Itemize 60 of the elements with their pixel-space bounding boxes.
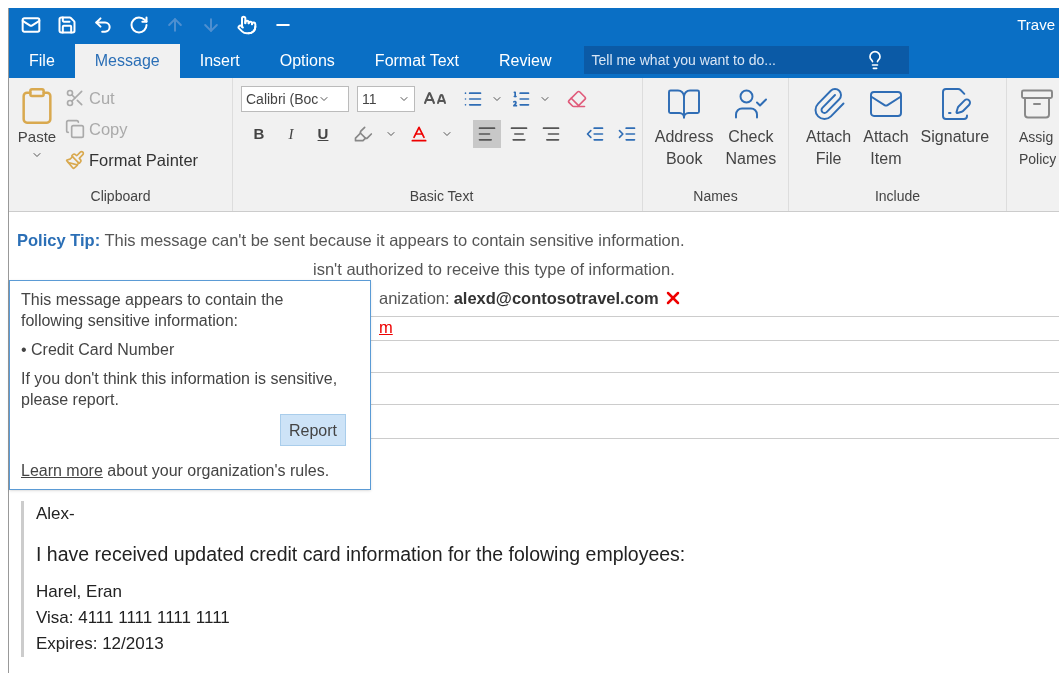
align-icon	[541, 124, 561, 144]
align-button[interactable]	[473, 120, 501, 148]
copy-icon	[65, 119, 85, 140]
popup-footer: Learn more about your organization's rules.	[21, 460, 346, 481]
hand-icon[interactable]	[237, 15, 257, 35]
group-label: Clipboard	[89, 187, 152, 206]
scissors-icon	[65, 88, 85, 109]
bullets-icon[interactable]	[463, 89, 483, 109]
font-name-field[interactable]: Calibri (Boc	[241, 86, 349, 112]
message-body[interactable]: Alex- I have received updated credit card information for the folowing employees: Harel, Eran Visa: 4111 1111 1111 1111 Expires: 12/2013	[21, 501, 1059, 657]
ribbon-tab[interactable]: File	[9, 44, 75, 78]
paintbrush-icon	[65, 149, 85, 170]
numbering-icon[interactable]	[511, 89, 531, 109]
window-title: Trave	[1017, 14, 1056, 35]
popup-bullet: • Credit Card Number	[21, 340, 176, 360]
undo-icon[interactable]	[93, 15, 113, 35]
ribbon-tab[interactable]: Message	[74, 44, 180, 78]
ribbon-button[interactable]: Attach Item	[859, 86, 913, 170]
align-icon	[509, 124, 529, 144]
body-line: Expires: 12/2013	[36, 633, 165, 655]
ribbon-tab[interactable]: Options	[259, 44, 355, 78]
ribbon-button[interactable]: Check Names	[721, 86, 781, 170]
highlighter-icon[interactable]	[353, 124, 373, 144]
ribbon-tab[interactable]: Format Text	[354, 44, 480, 78]
popup-text: This message appears to contain the following sensitive information:	[21, 290, 285, 331]
recipient-warning: isn't authorized to receive this type of information.	[312, 259, 676, 279]
paste-button[interactable]: Paste	[17, 86, 57, 186]
text-style-button[interactable]: I	[281, 122, 301, 146]
body-line: Harel, Eran	[36, 581, 123, 603]
text-style-button[interactable]: U	[313, 122, 333, 146]
group-label: Include	[873, 187, 922, 206]
group-label: Basic Text	[408, 187, 475, 206]
save-icon[interactable]	[57, 15, 77, 35]
tell-me-search-field[interactable]: Tell me what you want to do...	[583, 46, 909, 74]
font-color-icon[interactable]	[409, 124, 429, 144]
popup-text: If you don't think this information is sensitive, please report.	[21, 369, 339, 410]
ribbon-button[interactable]: Address Book	[650, 86, 718, 170]
align-icon	[477, 124, 497, 144]
ribbon-button[interactable]: Assig Policy	[1007, 78, 1057, 211]
increase-indent-icon[interactable]	[617, 124, 637, 144]
greeting-text: Alex-	[36, 503, 76, 525]
body-line: Visa: 4111 1111 1111 1111	[36, 607, 231, 629]
organization-label: anization:	[379, 288, 450, 308]
group-label: Names	[692, 187, 739, 206]
clipboard-button[interactable]: Format Painter	[65, 147, 199, 173]
ribbon-tab[interactable]: Insert	[179, 44, 260, 78]
ribbon-tab[interactable]: Review	[479, 44, 572, 78]
policy-tip: Policy Tip: This message can't be sent because it appears to contain sensitive information.	[17, 230, 686, 250]
redo-icon[interactable]	[129, 15, 149, 35]
font-size-field[interactable]: 11	[357, 86, 415, 112]
decrease-indent-icon[interactable]	[585, 124, 605, 144]
text-style-button[interactable]: B	[249, 122, 269, 146]
learn-more-link[interactable]: Learn more	[21, 462, 103, 479]
report-button[interactable]: Report	[279, 414, 346, 446]
body-text: I have received updated credit card information for the folowing employees:	[36, 542, 687, 567]
recipient-email: alexd@contosotravel.com	[453, 288, 659, 308]
eraser-icon[interactable]	[567, 89, 587, 109]
envelope-icon[interactable]	[21, 15, 41, 35]
ribbon-button[interactable]: Attach File	[801, 86, 856, 170]
ribbon-button[interactable]: Signature	[916, 86, 994, 170]
